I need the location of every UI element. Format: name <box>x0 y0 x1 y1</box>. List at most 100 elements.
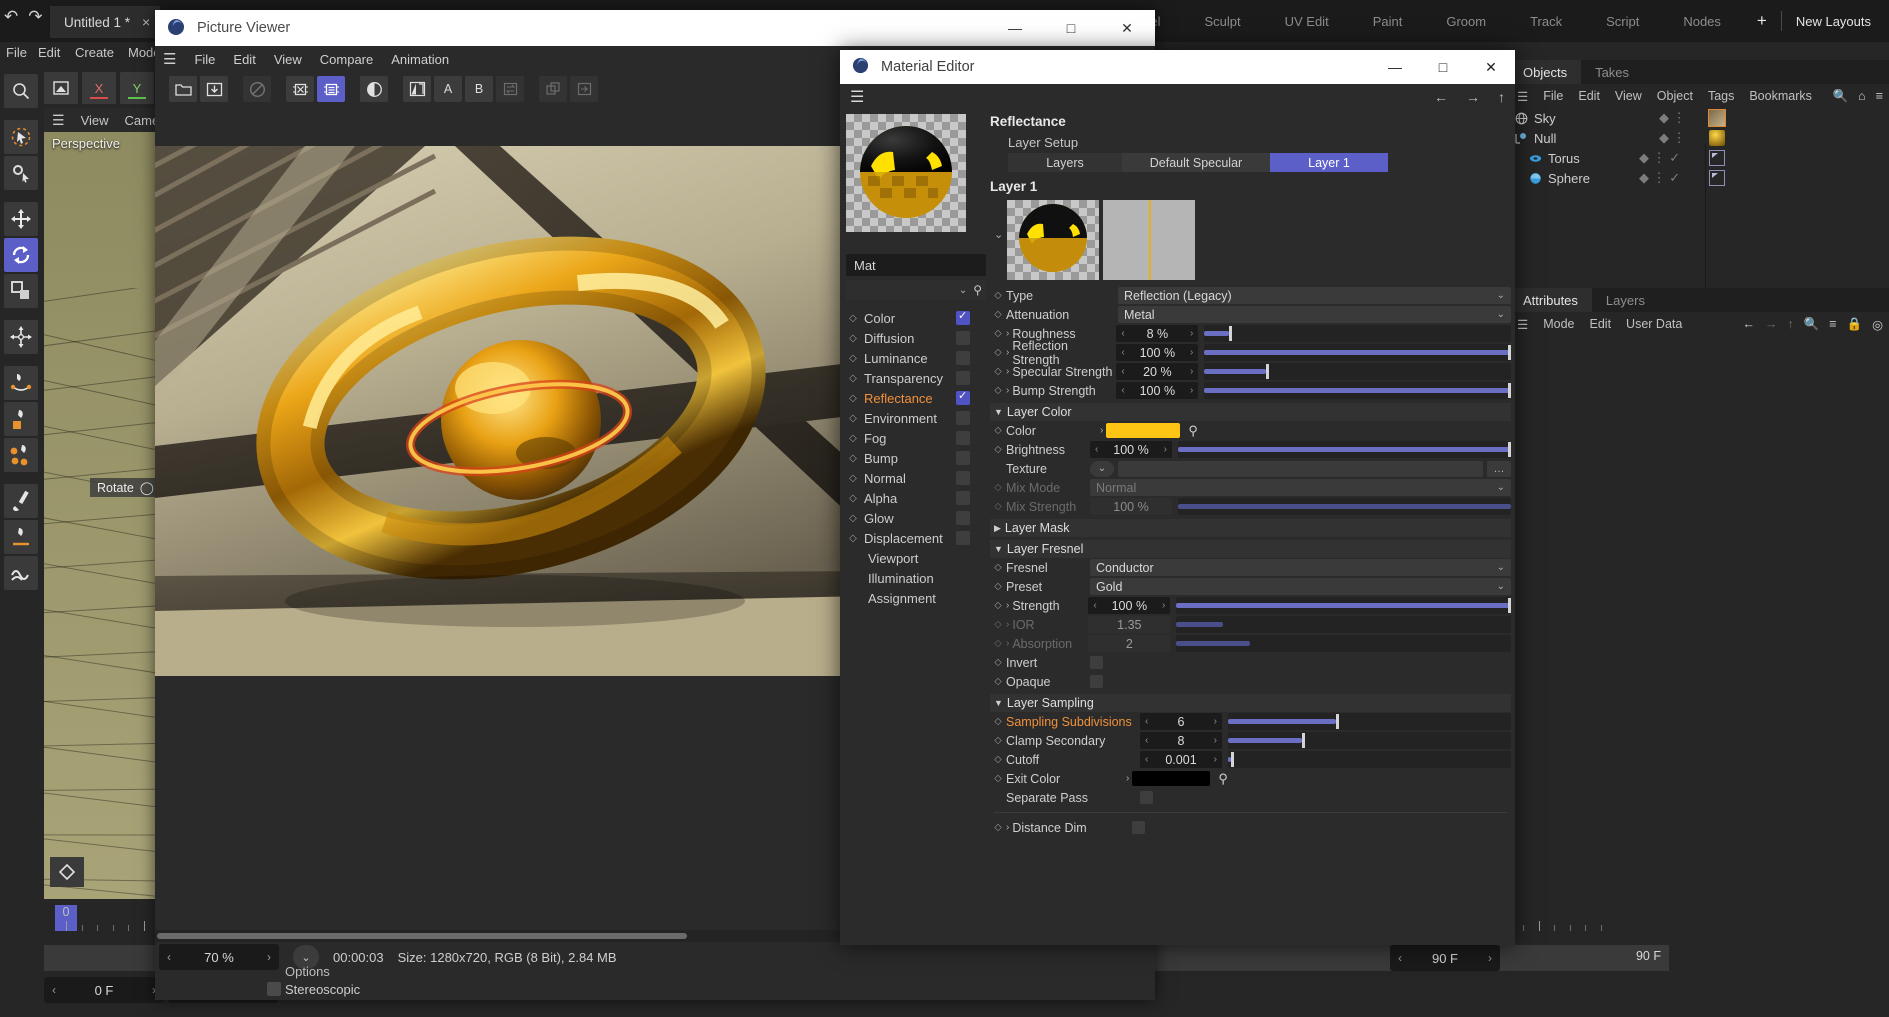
contrast-icon[interactable] <box>360 76 388 102</box>
layer-color-swatch[interactable] <box>1106 423 1181 438</box>
param-opaque[interactable]: ◇ Opaque <box>990 672 1511 691</box>
prev-frame-icon[interactable]: ‹ <box>52 983 56 997</box>
animate-diamond-icon[interactable]: ◇ <box>990 638 1006 649</box>
bump-strength-field[interactable]: ‹ 100 % › <box>1116 382 1199 399</box>
forward-arrow-icon[interactable]: → <box>1466 89 1480 105</box>
decrease-icon[interactable]: ‹ <box>1095 444 1098 455</box>
expand-arrow-icon[interactable]: › <box>1006 619 1009 630</box>
eyedropper-icon[interactable]: ⚲ <box>973 283 982 297</box>
animate-diamond-icon[interactable]: ◇ <box>990 773 1006 784</box>
layer-color-group-header[interactable]: ▼ Layer Color <box>990 403 1511 421</box>
slot-b-icon[interactable]: B <box>465 76 493 102</box>
attenuation-dropdown[interactable]: Metal ⌄ <box>1118 306 1511 323</box>
channel-checkbox[interactable] <box>956 511 970 525</box>
tab-takes[interactable]: Takes <box>1581 60 1643 84</box>
mix-strength-slider[interactable] <box>1178 498 1511 515</box>
channel-checkbox[interactable] <box>956 471 970 485</box>
channel-row-reflectance[interactable]: ◇ Reflectance <box>846 388 986 408</box>
fresnel-strength-field[interactable]: ‹ 100 % › <box>1088 597 1171 614</box>
layers-icon[interactable] <box>539 76 567 102</box>
polygon-pen-tool-icon[interactable] <box>4 438 38 472</box>
decrease-icon[interactable]: ‹ <box>1121 347 1124 358</box>
param-separate-pass[interactable]: ◇ Separate Pass <box>990 788 1511 807</box>
channel-checkbox[interactable] <box>956 309 970 325</box>
attributes-menu-user-data[interactable]: User Data <box>1626 317 1682 331</box>
texture-browse-button[interactable]: … <box>1487 460 1511 477</box>
decrease-icon[interactable]: ‹ <box>1093 600 1096 611</box>
expand-arrow-icon[interactable]: › <box>1006 366 1009 377</box>
channel-row-alpha[interactable]: ◇ Alpha <box>846 488 986 508</box>
object-visibility-dots[interactable]: ◆ ⋮ ✓ <box>1639 150 1680 166</box>
channel-row-glow[interactable]: ◇ Glow <box>846 508 986 528</box>
search-icon[interactable]: 🔍 <box>1804 317 1820 332</box>
animate-diamond-icon[interactable]: ◇ <box>990 581 1006 592</box>
render-settings-icon[interactable] <box>286 76 314 102</box>
param-exit-color[interactable]: ◇ Exit Color › ⚲ <box>990 769 1511 788</box>
layer-fresnel-group-header[interactable]: ▼ Layer Fresnel <box>990 540 1511 558</box>
rotate-tool-icon[interactable] <box>4 238 38 272</box>
lock-icon[interactable]: 🔒 <box>1847 317 1863 332</box>
up-arrow-icon[interactable]: ↑ <box>1787 317 1793 331</box>
chevron-down-icon[interactable]: ⌄ <box>1497 309 1505 320</box>
increase-icon[interactable]: › <box>1162 600 1165 611</box>
specular-strength-field[interactable]: ‹ 20 % › <box>1116 363 1199 380</box>
forward-arrow-icon[interactable]: → <box>1765 317 1778 331</box>
distance-dim-checkbox[interactable] <box>1132 821 1146 834</box>
object-row-sky[interactable]: Sky ◆ ⋮ <box>1509 108 1889 128</box>
specular-strength-slider[interactable] <box>1204 363 1511 380</box>
new-layouts-button[interactable]: New Layouts <box>1782 0 1889 42</box>
tab-layers[interactable]: Layers <box>1592 288 1659 312</box>
texture-dropdown-icon[interactable]: ⌄ <box>1090 460 1114 477</box>
increase-icon[interactable]: › <box>1190 385 1193 396</box>
animate-diamond-icon[interactable]: ◇ <box>990 385 1006 396</box>
objects-menu-view[interactable]: View <box>1615 89 1642 103</box>
animate-diamond-icon[interactable]: ◇ <box>846 513 860 524</box>
animate-diamond-icon[interactable]: ◇ <box>990 347 1006 358</box>
channel-row-color[interactable]: ◇ Color <box>846 308 986 328</box>
material-channel-list[interactable]: ◇Color◇Diffusion◇Luminance◇Transparency◇… <box>846 308 986 608</box>
save-file-icon[interactable] <box>200 76 228 102</box>
collapse-triangle-icon[interactable]: ▼ <box>994 698 1003 708</box>
animate-diamond-icon[interactable]: ◇ <box>846 433 860 444</box>
channel-checkbox[interactable] <box>956 451 970 465</box>
animate-diamond-icon[interactable]: ◇ <box>990 676 1006 687</box>
param-mix-mode[interactable]: ◇ Mix Mode Normal ⌄ <box>990 478 1511 497</box>
pv-menu-compare[interactable]: Compare <box>320 52 373 67</box>
param-sampling-subdivisions[interactable]: ◇ Sampling Subdivisions ‹ 6 › <box>990 712 1511 731</box>
back-arrow-icon[interactable]: ← <box>1434 89 1448 105</box>
redo-icon[interactable]: ↷ <box>28 8 42 25</box>
channel-checkbox[interactable] <box>956 411 970 425</box>
animate-diamond-icon[interactable]: ◇ <box>846 353 860 364</box>
channel-row-diffusion[interactable]: ◇ Diffusion <box>846 328 986 348</box>
menu-create[interactable]: Create <box>75 45 114 60</box>
material-name-field[interactable]: Mat <box>846 254 986 276</box>
stop-render-icon[interactable] <box>243 76 271 102</box>
bump-strength-slider[interactable] <box>1204 382 1511 399</box>
object-tree[interactable]: Sky ◆ ⋮ Null ◆ ⋮ Torus ◆ ⋮ ✓ Sphere ◆ ⋮ … <box>1509 108 1889 288</box>
type-dropdown[interactable]: Reflection (Legacy) ⌄ <box>1118 287 1511 304</box>
animate-diamond-icon[interactable]: ◇ <box>846 313 860 324</box>
expand-arrow-icon[interactable]: › <box>1100 425 1103 436</box>
minimize-button[interactable]: — <box>987 10 1043 46</box>
attributes-hamburger-icon[interactable]: ☰ <box>1517 317 1528 332</box>
send-icon[interactable] <box>570 76 598 102</box>
axis-x-lock-button[interactable]: X <box>82 72 116 104</box>
animate-diamond-icon[interactable]: ◇ <box>990 822 1006 833</box>
decrease-icon[interactable]: ‹ <box>1121 328 1124 339</box>
close-button[interactable]: ✕ <box>1467 50 1515 84</box>
layer-thumbnail-preview[interactable] <box>1007 200 1100 280</box>
reflection-strength-slider[interactable] <box>1204 344 1511 361</box>
picture-viewer-hamburger-icon[interactable]: ☰ <box>163 50 176 68</box>
pv-menu-animation[interactable]: Animation <box>391 52 449 67</box>
animate-diamond-icon[interactable]: ◇ <box>846 413 860 424</box>
stereoscopic-checkbox[interactable] <box>267 982 281 996</box>
param-invert[interactable]: ◇ Invert <box>990 653 1511 672</box>
render-view-icon[interactable] <box>44 72 78 104</box>
objects-menu-tags[interactable]: Tags <box>1708 89 1734 103</box>
layer-tab-layers[interactable]: Layers <box>1008 153 1122 172</box>
material-editor-window[interactable]: Material Editor — □ ✕ ☰ ← → ↑ Mat ⌄ ⚲ ◇ … <box>840 50 1515 945</box>
channel-checkbox[interactable] <box>956 371 970 385</box>
spline-point-tool-icon[interactable] <box>4 402 38 436</box>
animate-diamond-icon[interactable]: ◇ <box>990 600 1006 611</box>
rendered-image[interactable] <box>155 146 867 676</box>
